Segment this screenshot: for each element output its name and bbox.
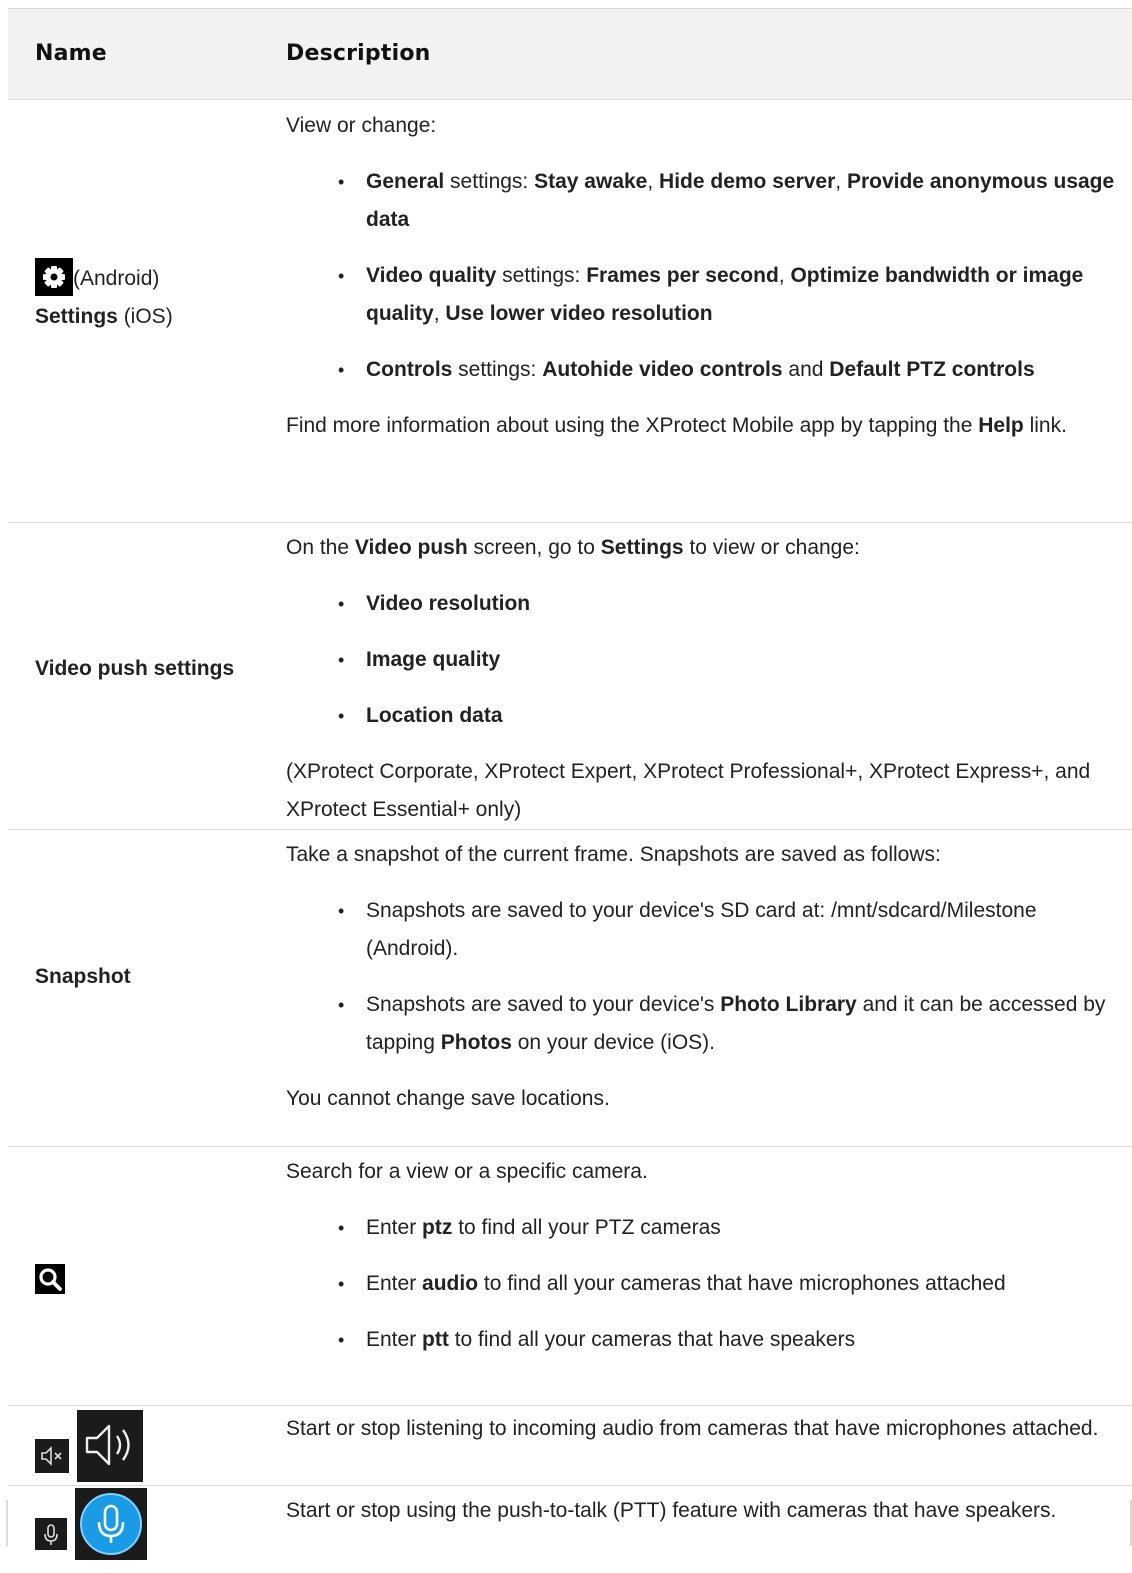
settings-label: Settings <box>35 305 118 329</box>
settings-name-cell: (Android) Settings (iOS) <box>35 258 265 336</box>
search-icon <box>35 1264 65 1295</box>
speaker-on-icon <box>76 1410 143 1482</box>
table-row-audio: Start or stop listening to incoming audi… <box>8 1406 1132 1486</box>
ptt-name-cell <box>35 1488 265 1560</box>
snapshot-intro: Take a snapshot of the current frame. Sn… <box>286 843 941 866</box>
video-push-description: On the Video push screen, go to Settings… <box>286 523 1126 829</box>
help-link-text: Help <box>978 414 1024 437</box>
speaker-muted-icon <box>35 1439 69 1473</box>
list-item: Video resolution <box>286 585 1126 623</box>
table-header: Name Description <box>8 8 1132 100</box>
search-description: Search for a view or a specific camera. … <box>286 1147 1126 1359</box>
search-intro: Search for a view or a specific camera. <box>286 1160 648 1183</box>
snapshot-name-cell: Snapshot <box>35 965 131 988</box>
column-header-name: Name <box>35 41 107 66</box>
settings-description: View or change: General settings: Stay a… <box>286 100 1126 445</box>
audio-description: Start or stop listening to incoming audi… <box>286 1417 1099 1440</box>
settings-table: Name Description (Android) Settings (iOS… <box>8 8 1132 1571</box>
settings-intro: View or change: <box>286 114 437 137</box>
search-name-cell <box>35 1260 265 1298</box>
video-push-name-cell: Video push settings <box>35 657 235 680</box>
list-item: Image quality <box>286 641 1126 679</box>
left-edge-line <box>6 1500 8 1546</box>
microphone-active-icon <box>74 1488 147 1560</box>
list-item: Enter ptz to find all your PTZ cameras <box>286 1209 1126 1247</box>
settings-footer: Find more information about using the XP… <box>286 414 1067 437</box>
list-item: Snapshots are saved to your device's Pho… <box>286 986 1126 1062</box>
ios-label: (iOS) <box>123 305 173 329</box>
snapshot-description: Take a snapshot of the current frame. Sn… <box>286 830 1126 1118</box>
table-row-ptt: Start or stop using the push-to-talk (PT… <box>8 1486 1132 1571</box>
table-row-snapshot: Snapshot Take a snapshot of the current … <box>8 830 1132 1147</box>
list-item: General settings: Stay awake, Hide demo … <box>286 163 1126 239</box>
list-item: Snapshots are saved to your device's SD … <box>286 892 1126 968</box>
video-push-footer: (XProtect Corporate, XProtect Expert, XP… <box>286 760 1091 821</box>
column-header-description: Description <box>286 41 431 66</box>
list-item: Video quality settings: Frames per secon… <box>286 257 1126 333</box>
audio-name-cell <box>35 1410 265 1482</box>
android-label: (Android) <box>73 267 160 290</box>
list-item: Location data <box>286 697 1126 735</box>
gear-icon <box>35 258 73 297</box>
table-row-search: Search for a view or a specific camera. … <box>8 1147 1132 1406</box>
list-item: Enter ptt to find all your cameras that … <box>286 1321 1126 1359</box>
table-row-video-push: Video push settings On the Video push sc… <box>8 523 1132 830</box>
table-right-border <box>0 1538 1132 1546</box>
list-item: Enter audio to find all your cameras tha… <box>286 1265 1126 1303</box>
ptt-description: Start or stop using the push-to-talk (PT… <box>286 1499 1057 1522</box>
list-item: Controls settings: Autohide video contro… <box>286 351 1126 389</box>
table-row-settings: (Android) Settings (iOS) View or change:… <box>8 100 1132 523</box>
video-push-intro: On the Video push screen, go to Settings… <box>286 536 860 559</box>
snapshot-footer: You cannot change save locations. <box>286 1087 610 1110</box>
